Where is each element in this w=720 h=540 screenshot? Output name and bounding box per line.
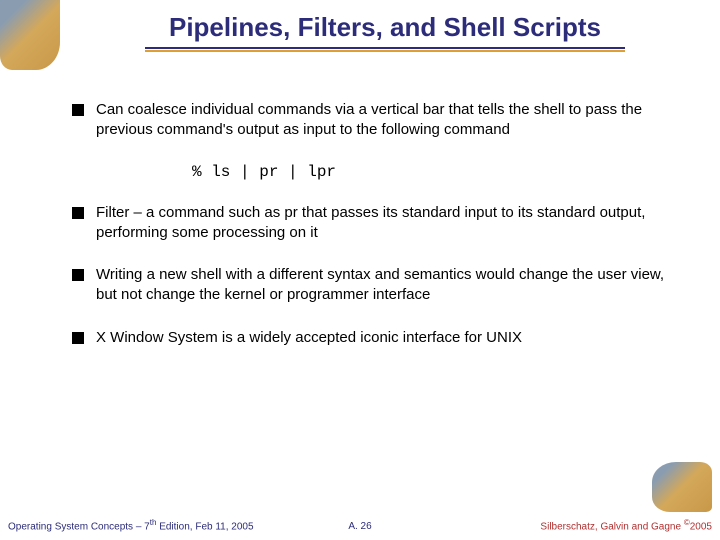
footer-book-title: Operating System Concepts – 7 (8, 521, 150, 532)
bullet-text: X Window System is a widely accepted ico… (96, 328, 680, 348)
footer-year: 2005 (690, 521, 712, 532)
footer-authors: Silberschatz, Galvin and Gagne (540, 521, 683, 532)
slide-title: Pipelines, Filters, and Shell Scripts (80, 12, 690, 49)
bullet-item: Writing a new shell with a different syn… (72, 265, 680, 306)
title-text: Pipelines, Filters, and Shell Scripts (169, 12, 601, 42)
bullet-item: X Window System is a widely accepted ico… (72, 328, 680, 348)
code-example: % ls | pr | lpr (192, 163, 680, 181)
dinosaur-illustration-bottom (652, 462, 712, 512)
footer-right: Silberschatz, Galvin and Gagne ©2005 (540, 518, 712, 532)
bullet-item: Filter – a command such as pr that passe… (72, 203, 680, 244)
bullet-text: Can coalesce individual commands via a v… (96, 100, 680, 141)
slide-footer: Operating System Concepts – 7th Edition,… (8, 518, 712, 532)
bullet-item: Can coalesce individual commands via a v… (72, 100, 680, 141)
square-bullet-icon (72, 332, 84, 344)
title-underline (145, 47, 625, 49)
footer-left: Operating System Concepts – 7th Edition,… (8, 518, 254, 532)
square-bullet-icon (72, 207, 84, 219)
square-bullet-icon (72, 104, 84, 116)
slide-content: Can coalesce individual commands via a v… (72, 100, 680, 370)
bullet-text: Writing a new shell with a different syn… (96, 265, 680, 306)
bullet-text: Filter – a command such as pr that passe… (96, 203, 680, 244)
footer-page-number: A. 26 (348, 521, 371, 532)
square-bullet-icon (72, 269, 84, 281)
dinosaur-illustration-top (0, 0, 60, 70)
footer-date: Edition, Feb 11, 2005 (156, 521, 253, 532)
